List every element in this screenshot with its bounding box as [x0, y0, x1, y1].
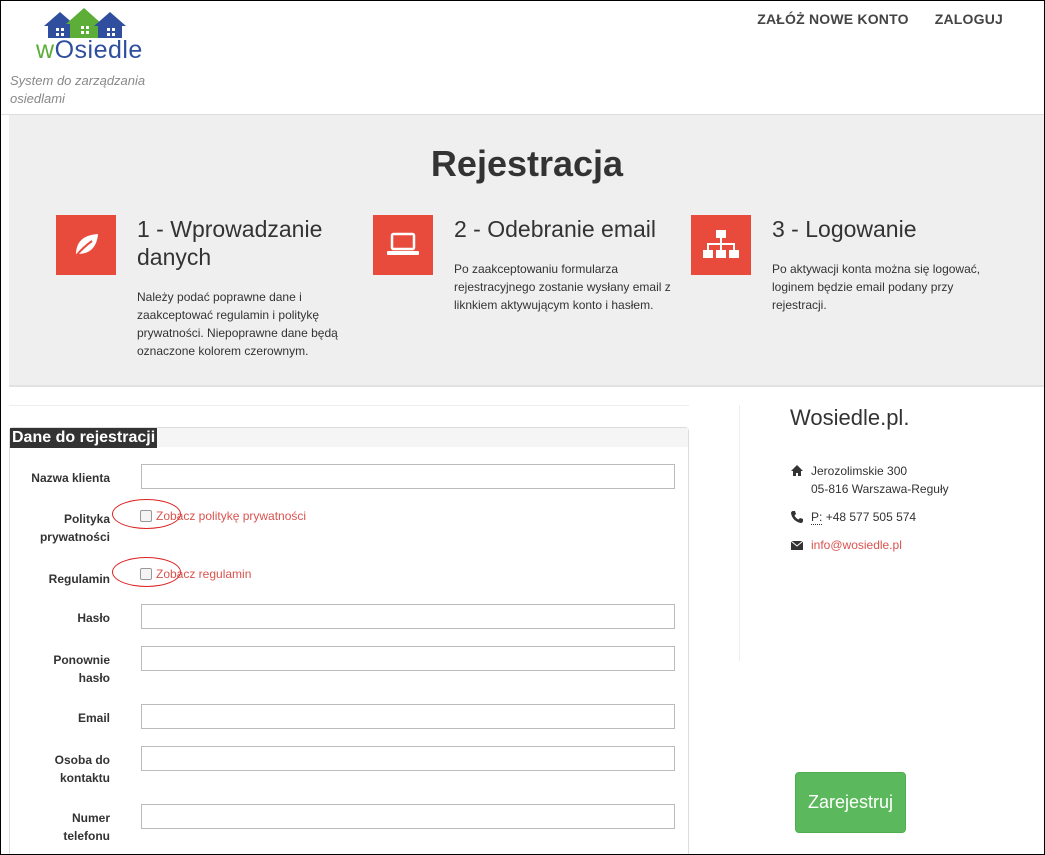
logo-text-w: w	[36, 36, 55, 64]
privacy-label: Polityka prywatności	[39, 512, 110, 544]
leaf-icon	[56, 215, 116, 275]
site-header: wOsiedle System do zarządzania osiedlami…	[0, 0, 1045, 115]
contact-person-input[interactable]	[141, 746, 675, 771]
envelope-icon	[790, 540, 804, 550]
address-line-2: 05-816 Warszawa-Reguły	[811, 482, 949, 496]
step-3-desc: Po aktywacji konta można się logować, lo…	[772, 262, 981, 312]
laptop-icon	[373, 215, 433, 275]
phone-input[interactable]	[141, 804, 675, 829]
email-label: Email	[77, 711, 110, 725]
step-1-desc: Należy podać poprawne dane i zaakceptowa…	[137, 290, 338, 358]
logo-text-rest: Osiedle	[54, 36, 143, 64]
password-repeat-label: Ponownie hasło	[53, 653, 110, 685]
step-2-desc: Po zaakceptowaniu formularza rejestracyj…	[454, 262, 671, 312]
step-3-title: 3 - Logowanie	[772, 216, 917, 242]
logo[interactable]: wOsiedle	[36, 6, 146, 68]
client-name-label: Nazwa klienta	[31, 471, 110, 485]
password-label: Hasło	[77, 611, 110, 625]
column-separator	[739, 405, 740, 661]
registration-steps-section: Rejestracja 1 - Wprowadzanie danych Nale…	[9, 115, 1045, 387]
contact-email-link[interactable]: info@wosiedle.pl	[811, 538, 902, 552]
top-nav: ZAŁÓŻ NOWE KONTO ZALOGUJ	[757, 11, 1003, 27]
phone-text: P: +48 577 505 574	[811, 508, 916, 526]
step-2-title: 2 - Odebranie email	[454, 216, 656, 242]
logo-text: wOsiedle	[36, 36, 143, 65]
form-heading: Dane do rejestracji	[10, 428, 158, 448]
home-icon	[791, 465, 803, 476]
password-input[interactable]	[141, 604, 675, 629]
email-input[interactable]	[141, 704, 675, 729]
phone-number: +48 577 505 574	[825, 510, 917, 524]
phone-label: Numer telefonu	[63, 811, 110, 843]
privacy-checkbox[interactable]	[140, 510, 152, 522]
sitemap-icon	[691, 215, 751, 275]
terms-label: Regulamin	[48, 572, 110, 586]
terms-link[interactable]: Zobacz regulamin	[156, 567, 251, 581]
client-name-input[interactable]	[141, 464, 675, 489]
privacy-policy-link[interactable]: Zobacz politykę prywatności	[156, 509, 306, 523]
tagline: System do zarządzania osiedlami	[10, 73, 146, 106]
phone-prefix: P:	[811, 510, 823, 525]
password-repeat-input[interactable]	[141, 646, 675, 671]
address-line-1: Jerozolimskie 300	[811, 464, 908, 478]
nav-login-link[interactable]: ZALOGUJ	[935, 11, 1003, 27]
terms-checkbox[interactable]	[140, 568, 152, 580]
step-1-title: 1 - Wprowadzanie danych	[137, 216, 323, 270]
houses-logo-icon	[44, 8, 126, 38]
phone-icon	[791, 511, 803, 523]
page-title: Rejestracja	[430, 143, 624, 184]
contact-person-label: Osoba do kontaktu	[54, 753, 110, 785]
contact-title: Wosiedle.pl.	[790, 405, 910, 430]
registration-form-panel: Dane do rejestracji Nazwa klienta Polity…	[9, 427, 689, 855]
form-top-divider	[9, 405, 689, 406]
register-submit-button[interactable]: Zarejestruj	[795, 772, 906, 833]
nav-register-link[interactable]: ZAŁÓŻ NOWE KONTO	[757, 11, 909, 27]
